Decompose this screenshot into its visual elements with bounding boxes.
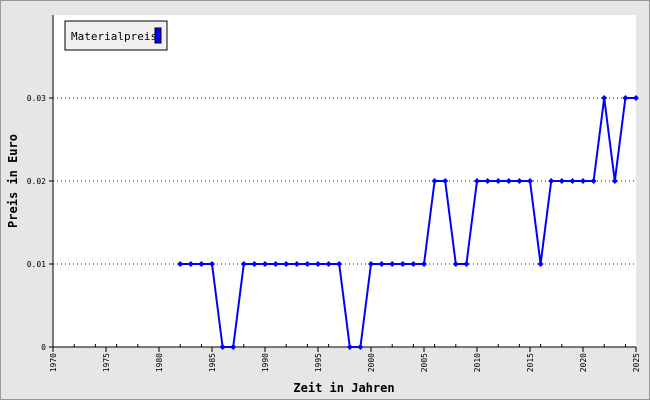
y-tick-label-0: 0 [41, 343, 46, 352]
legend: Materialpreis [64, 20, 168, 51]
x-tick-label-1995: 1995 [314, 353, 323, 372]
x-axis-ticks: 1970 1975 1980 1985 1990 1995 2000 2005 2010 2015… [49, 344, 641, 372]
x-tick-label-1980: 1980 [155, 353, 164, 372]
x-tick-label-2015: 2015 [526, 353, 535, 372]
x-tick-label-1975: 1975 [102, 353, 111, 372]
legend-label: Materialpreis [71, 30, 157, 43]
x-tick-label-2025: 2025 [632, 353, 641, 372]
x-tick-label-2020: 2020 [579, 353, 588, 372]
line-chart: 1970 1975 1980 1985 1990 1995 2000 2005 2010 2015… [6, 15, 641, 395]
x-tick-label-1990: 1990 [261, 353, 270, 372]
y-tick-label-2: 0.02 [27, 177, 46, 186]
x-tick-label-1985: 1985 [208, 353, 217, 372]
y-axis-label: Preis in Euro [6, 134, 20, 228]
y-tick-label-3: 0.03 [27, 94, 46, 103]
x-tick-label-1970: 1970 [49, 353, 58, 372]
x-tick-label-2005: 2005 [420, 353, 429, 372]
y-axis-ticks: 0 0.01 0.02 0.03 [27, 94, 53, 352]
y-tick-label-1: 0.01 [27, 260, 46, 269]
legend-swatch [154, 27, 162, 44]
x-tick-label-2010: 2010 [473, 353, 482, 372]
x-axis-label: Zeit in Jahren [293, 381, 394, 395]
x-tick-label-2000: 2000 [367, 353, 376, 372]
